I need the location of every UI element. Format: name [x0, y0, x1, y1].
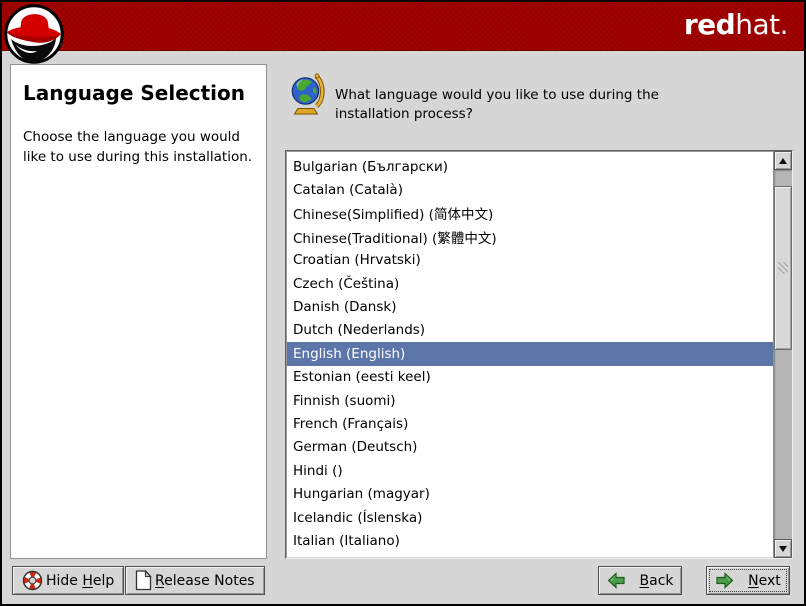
next-arrow-icon: [715, 572, 734, 589]
language-option[interactable]: French (Français): [287, 412, 773, 435]
hide-help-button[interactable]: Hide Help: [12, 566, 124, 595]
release-notes-label: Release Notes: [155, 573, 255, 589]
language-option[interactable]: English (English): [287, 342, 773, 365]
language-option[interactable]: Danish (Dansk): [287, 295, 773, 318]
language-option[interactable]: Chinese(Traditional) (繁體中文): [287, 225, 773, 248]
language-option[interactable]: Hungarian (magyar): [287, 482, 773, 505]
svg-text:®: ®: [59, 42, 65, 49]
release-notes-button[interactable]: Release Notes: [125, 566, 265, 595]
scroll-up-icon: [779, 158, 787, 164]
language-option[interactable]: Chinese(Simplified) (简体中文): [287, 202, 773, 225]
language-option[interactable]: Czech (Čeština): [287, 272, 773, 295]
language-option[interactable]: Hindi (): [287, 459, 773, 482]
redhat-wordmark-hat: hat.: [735, 8, 788, 41]
scroll-down-button[interactable]: [774, 539, 792, 558]
language-option[interactable]: Catalan (Català): [287, 178, 773, 201]
next-label: Next: [748, 573, 781, 589]
scrollbar-thumb[interactable]: [774, 186, 792, 350]
language-option[interactable]: German (Deutsch): [287, 436, 773, 459]
language-list[interactable]: Bulgarian (Български)Catalan (Català)Chi…: [286, 151, 773, 558]
question-row: What language would you like to use duri…: [289, 73, 725, 124]
question-text: What language would you like to use duri…: [335, 73, 725, 124]
language-option[interactable]: Icelandic (Íslenska): [287, 506, 773, 529]
redhat-shadowman-logo-icon: ®: [4, 3, 66, 67]
back-arrow-icon: [607, 572, 626, 589]
scrollbar-track[interactable]: [774, 170, 792, 539]
back-button[interactable]: Back: [598, 566, 682, 595]
document-icon: [135, 570, 152, 591]
language-option[interactable]: Dutch (Nederlands): [287, 319, 773, 342]
installer-window: redhat. ® Language Selection Choose the …: [0, 0, 806, 606]
language-option[interactable]: Bulgarian (Български): [287, 155, 773, 178]
language-option[interactable]: Finnish (suomi): [287, 389, 773, 412]
scroll-up-button[interactable]: [774, 151, 792, 170]
scroll-down-icon: [779, 546, 787, 552]
lifebuoy-icon: [22, 570, 43, 591]
help-text: Choose the language you would like to us…: [11, 105, 266, 167]
hide-help-label: Hide Help: [46, 573, 114, 589]
language-option[interactable]: Estonian (eesti keel): [287, 366, 773, 389]
next-button[interactable]: Next: [706, 566, 790, 595]
back-label: Back: [640, 573, 674, 589]
language-option[interactable]: Croatian (Hrvatski): [287, 249, 773, 272]
language-option[interactable]: Italian (Italiano): [287, 529, 773, 552]
redhat-wordmark: redhat.: [684, 11, 788, 39]
scrollbar[interactable]: [773, 151, 792, 558]
redhat-wordmark-red: red: [684, 8, 735, 41]
page-title: Language Selection: [11, 65, 266, 105]
globe-icon: [289, 73, 325, 115]
language-listbox: Bulgarian (Български)Catalan (Català)Chi…: [285, 150, 793, 559]
help-panel: Language Selection Choose the language y…: [10, 64, 267, 559]
